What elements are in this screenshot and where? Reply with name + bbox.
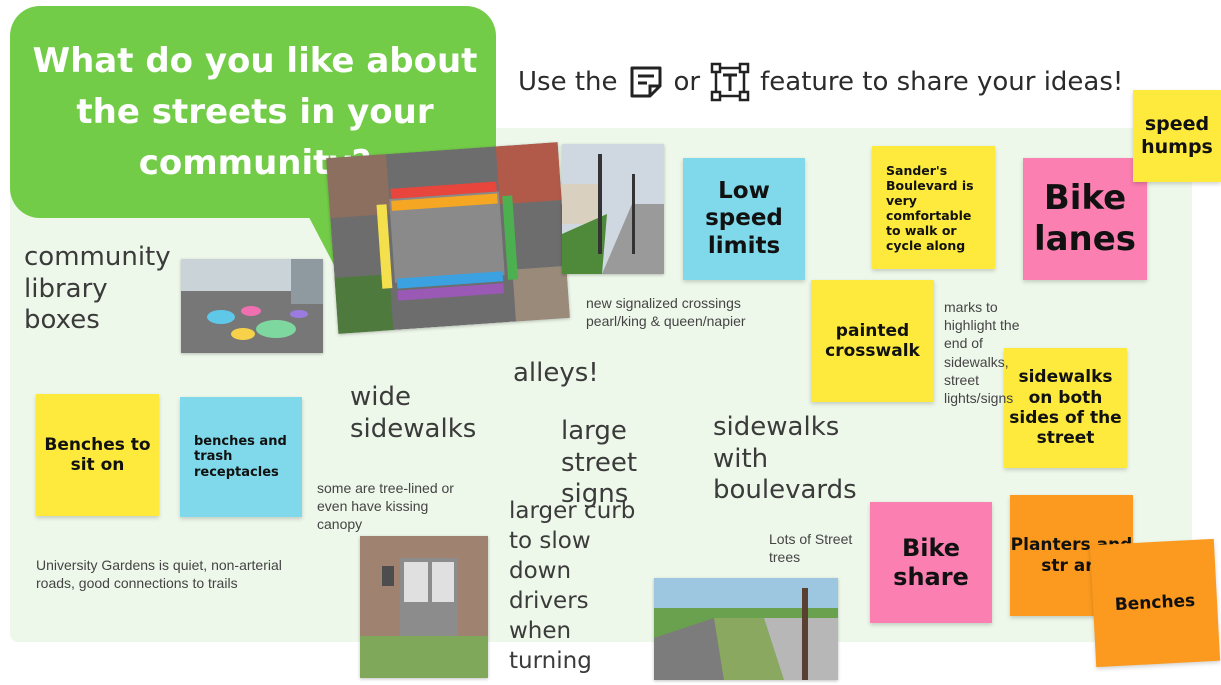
text-sidewalks-boulevards[interactable]: sidewalks with boulevards [713, 412, 863, 507]
sticky-bike-share[interactable]: Bike share [870, 502, 992, 623]
sticky-speed-humps[interactable]: speed humps [1133, 90, 1221, 182]
text-street-trees[interactable]: Lots of Street trees [769, 530, 859, 566]
sticky-benches-trash[interactable]: benches and trash receptacles [180, 397, 302, 517]
text-alleys[interactable]: alleys! [513, 358, 599, 390]
mailbox-photo[interactable] [360, 536, 488, 678]
sticky-benches-to-sit-on[interactable]: Benches to sit on [36, 394, 159, 516]
boulevard-photo[interactable] [654, 578, 838, 680]
sticky-bike-lanes[interactable]: Bike lanes [1023, 158, 1147, 280]
instruction-or: or [673, 67, 701, 97]
sticky-painted-crosswalk[interactable]: painted crosswalk [811, 280, 934, 402]
text-larger-curb[interactable]: larger curb to slow down drivers when tu… [509, 496, 639, 676]
text-tool-icon[interactable] [710, 62, 750, 102]
sticky-low-speed-limits[interactable]: Low speed limits [683, 158, 805, 280]
text-community-library[interactable]: community library boxes [24, 242, 174, 337]
sticky-benches[interactable]: Benches [1089, 538, 1221, 668]
instruction-prefix: Use the [518, 67, 618, 97]
instruction-line: Use the or feature to share your ideas! [518, 58, 1123, 106]
text-university-gardens[interactable]: University Gardens is quiet, non-arteria… [36, 556, 296, 592]
sticky-note-icon[interactable] [628, 64, 664, 100]
sticky-sanders-boulevard[interactable]: Sander's Boulevard is very comfortable t… [872, 146, 995, 269]
text-wide-sidewalks[interactable]: wide sidewalks [350, 382, 490, 445]
painted-street-photo[interactable] [181, 259, 323, 353]
text-tree-lined[interactable]: some are tree-lined or even have kissing… [317, 479, 457, 534]
street-lights-photo[interactable] [562, 144, 664, 274]
instruction-suffix: feature to share your ideas! [760, 67, 1124, 97]
intersection-photo[interactable] [326, 142, 570, 334]
text-marks[interactable]: marks to highlight the end of sidewalks,… [944, 298, 1030, 407]
text-signalized-crossings[interactable]: new signalized crossings pearl/king & qu… [586, 294, 786, 330]
